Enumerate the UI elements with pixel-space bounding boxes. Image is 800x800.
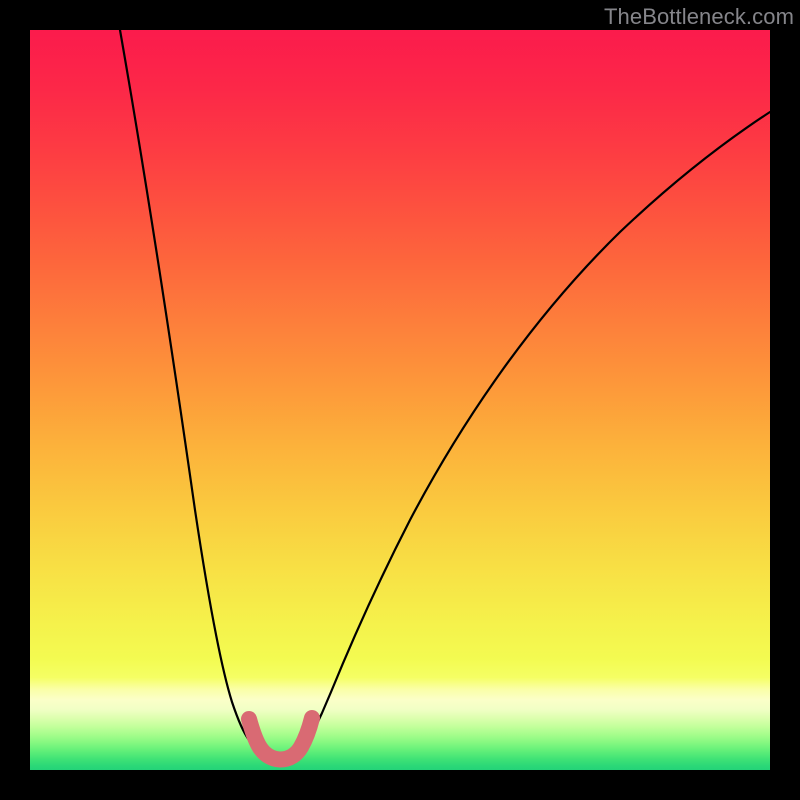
optimal-marker-curve <box>249 718 312 760</box>
plot-area <box>30 30 770 770</box>
watermark-text: TheBottleneck.com <box>604 4 794 30</box>
bottleneck-curve <box>120 30 770 759</box>
curve-layer <box>30 30 770 770</box>
chart-stage: TheBottleneck.com <box>0 0 800 800</box>
